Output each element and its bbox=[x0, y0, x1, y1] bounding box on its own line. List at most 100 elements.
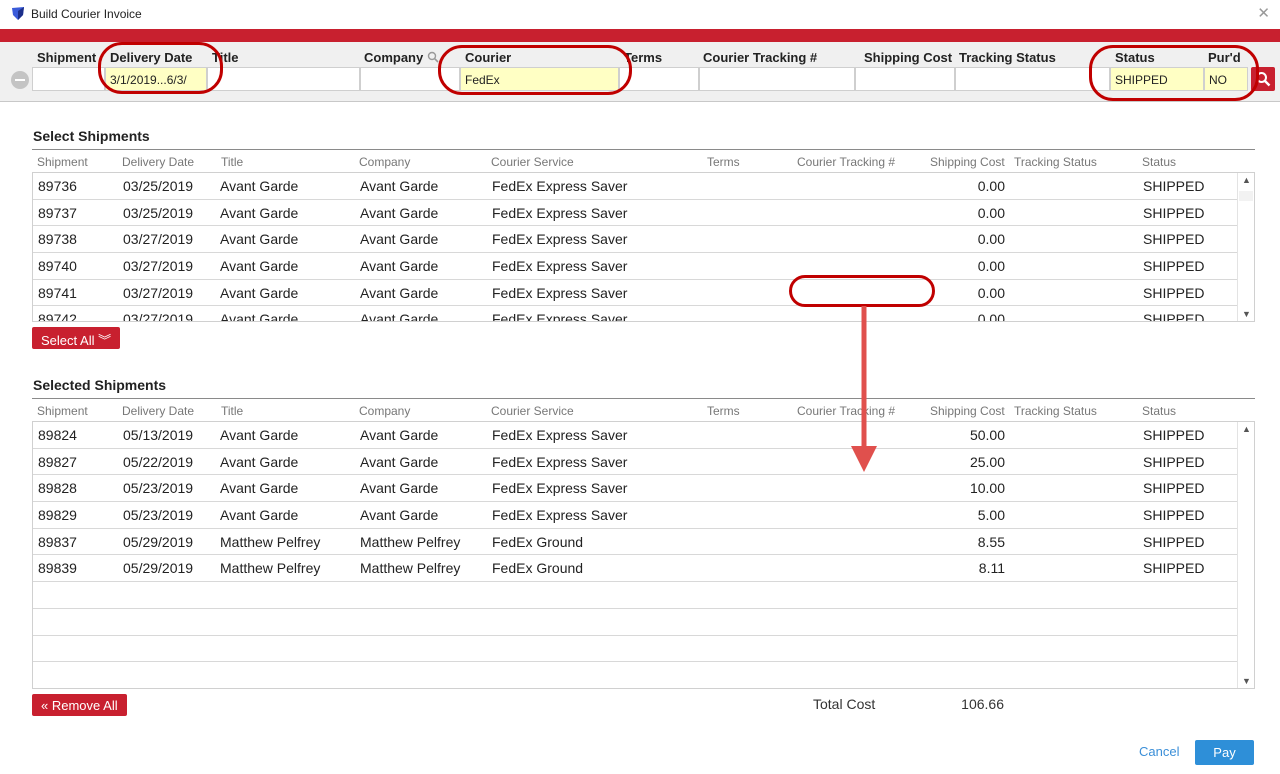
filter-header-purd: Pur'd bbox=[1208, 50, 1241, 65]
cell-shipping-cost: 0.00 bbox=[977, 284, 1005, 301]
cell-courier-service: FedEx Express Saver bbox=[492, 311, 628, 322]
table-row[interactable]: 89827 05/22/2019 Avant Garde Avant Garde… bbox=[33, 449, 1254, 476]
col-tracking[interactable]: Courier Tracking # bbox=[797, 404, 895, 418]
cell-delivery-date: 05/29/2019 bbox=[123, 533, 194, 550]
filter-shipment-input[interactable] bbox=[32, 67, 105, 91]
table-row[interactable]: 89828 05/23/2019 Avant Garde Avant Garde… bbox=[33, 475, 1254, 503]
table-row[interactable]: 89837 05/29/2019 Matthew Pelfrey Matthew… bbox=[33, 529, 1254, 556]
selected-shipments-grid: Shipment Delivery Date Title Company Cou… bbox=[32, 398, 1255, 689]
cell-shipment: 89738 bbox=[38, 231, 77, 248]
cell-title: Matthew Pelfrey bbox=[220, 560, 321, 577]
cancel-button[interactable]: Cancel bbox=[1139, 744, 1179, 759]
col-delivery-date[interactable]: Delivery Date bbox=[122, 404, 194, 418]
col-terms[interactable]: Terms bbox=[707, 155, 740, 169]
filter-tracking-status-input[interactable] bbox=[955, 67, 1110, 91]
table-row[interactable]: 89829 05/23/2019 Avant Garde Avant Garde… bbox=[33, 502, 1254, 529]
select-grid-scrollbar[interactable]: ▲ ▼ bbox=[1237, 173, 1254, 321]
pay-button[interactable]: Pay bbox=[1195, 740, 1254, 765]
table-row[interactable]: 89741 03/27/2019 Avant Garde Avant Garde… bbox=[33, 280, 1254, 307]
filter-shipping-cost-input[interactable] bbox=[855, 67, 955, 91]
company-lookup-icon[interactable] bbox=[427, 51, 439, 63]
cell-shipping-cost: 0.00 bbox=[977, 258, 1005, 275]
col-tracking[interactable]: Courier Tracking # bbox=[797, 155, 895, 169]
filter-tracking-input[interactable] bbox=[699, 67, 855, 91]
col-shipment[interactable]: Shipment bbox=[37, 404, 88, 418]
col-title[interactable]: Title bbox=[221, 155, 243, 169]
filter-delivery-date-input[interactable]: 3/1/2019...6/3/ bbox=[105, 67, 207, 91]
cell-delivery-date: 05/29/2019 bbox=[123, 560, 194, 577]
filter-bar: Shipment Delivery Date Title Company Cou… bbox=[0, 42, 1280, 102]
remove-all-button[interactable]: « Remove All bbox=[32, 694, 127, 716]
empty-row bbox=[33, 609, 1254, 636]
search-button[interactable] bbox=[1251, 67, 1275, 91]
cell-title: Avant Garde bbox=[220, 231, 299, 248]
scroll-thumb[interactable] bbox=[1239, 191, 1253, 201]
cell-status: SHIPPED bbox=[1143, 178, 1205, 194]
select-all-button[interactable]: Select All ︾ bbox=[32, 327, 121, 349]
selected-grid-scrollbar[interactable]: ▲ ▼ bbox=[1237, 422, 1254, 688]
select-shipments-grid: Shipment Delivery Date Title Company Cou… bbox=[32, 149, 1255, 322]
cell-delivery-date: 03/27/2019 bbox=[123, 311, 194, 322]
cell-company: Avant Garde bbox=[360, 427, 439, 443]
filter-courier-input[interactable]: FedEx bbox=[460, 67, 619, 91]
cell-title: Avant Garde bbox=[220, 311, 299, 322]
window-title: Build Courier Invoice bbox=[31, 7, 142, 21]
col-courier-service[interactable]: Courier Service bbox=[491, 404, 574, 418]
cell-company: Avant Garde bbox=[360, 204, 439, 221]
table-row[interactable]: 89740 03/27/2019 Avant Garde Avant Garde… bbox=[33, 253, 1254, 280]
col-shipping-cost[interactable]: Shipping Cost bbox=[930, 404, 1005, 418]
col-status[interactable]: Status bbox=[1142, 404, 1176, 418]
filter-terms-input[interactable] bbox=[619, 67, 699, 91]
col-delivery-date[interactable]: Delivery Date bbox=[122, 155, 194, 169]
table-row[interactable]: 89736 03/25/2019 Avant Garde Avant Garde… bbox=[33, 173, 1254, 200]
cell-title: Avant Garde bbox=[220, 258, 299, 275]
scroll-down-icon[interactable]: ▼ bbox=[1242, 309, 1251, 319]
header-accent-bar bbox=[0, 29, 1280, 42]
table-row[interactable]: 89839 05/29/2019 Matthew Pelfrey Matthew… bbox=[33, 555, 1254, 583]
selected-grid-body: 89824 05/13/2019 Avant Garde Avant Garde… bbox=[32, 422, 1255, 689]
scroll-down-icon[interactable]: ▼ bbox=[1242, 676, 1251, 686]
col-company[interactable]: Company bbox=[359, 404, 410, 418]
grid-header: Shipment Delivery Date Title Company Cou… bbox=[32, 398, 1255, 422]
cell-delivery-date: 05/23/2019 bbox=[123, 507, 194, 524]
cell-shipment: 89829 bbox=[38, 507, 77, 524]
col-status[interactable]: Status bbox=[1142, 155, 1176, 169]
cell-status: SHIPPED bbox=[1143, 284, 1205, 301]
col-title[interactable]: Title bbox=[221, 404, 243, 418]
filter-title-input[interactable] bbox=[207, 67, 360, 91]
table-row[interactable]: 89737 03/25/2019 Avant Garde Avant Garde… bbox=[33, 200, 1254, 227]
cell-shipment: 89837 bbox=[38, 533, 77, 550]
scroll-up-icon[interactable]: ▲ bbox=[1242, 424, 1251, 434]
col-tracking-status[interactable]: Tracking Status bbox=[1014, 404, 1097, 418]
cell-company: Matthew Pelfrey bbox=[360, 533, 461, 550]
filter-header-status: Status bbox=[1115, 50, 1155, 65]
cell-shipping-cost: 0.00 bbox=[977, 311, 1005, 322]
cell-courier-service: FedEx Express Saver bbox=[492, 178, 628, 194]
select-shipments-title: Select Shipments bbox=[33, 128, 150, 144]
remove-filter-button[interactable] bbox=[11, 71, 29, 89]
close-icon[interactable]: ✕ bbox=[1257, 4, 1270, 22]
table-row[interactable]: 89738 03/27/2019 Avant Garde Avant Garde… bbox=[33, 226, 1254, 254]
filter-header-courier: Courier bbox=[465, 50, 512, 65]
filter-header-company: Company bbox=[364, 50, 424, 65]
table-row[interactable]: 89742 03/27/2019 Avant Garde Avant Garde… bbox=[33, 306, 1254, 322]
cell-status: SHIPPED bbox=[1143, 204, 1205, 221]
select-grid-body: 89736 03/25/2019 Avant Garde Avant Garde… bbox=[32, 173, 1255, 322]
cell-delivery-date: 03/27/2019 bbox=[123, 258, 194, 275]
cell-courier-service: FedEx Express Saver bbox=[492, 507, 628, 524]
table-row[interactable]: 89824 05/13/2019 Avant Garde Avant Garde… bbox=[33, 422, 1254, 449]
col-tracking-status[interactable]: Tracking Status bbox=[1014, 155, 1097, 169]
col-courier-service[interactable]: Courier Service bbox=[491, 155, 574, 169]
col-shipping-cost[interactable]: Shipping Cost bbox=[930, 155, 1005, 169]
col-company[interactable]: Company bbox=[359, 155, 410, 169]
filter-purd-input[interactable]: NO bbox=[1204, 67, 1248, 91]
cell-status: SHIPPED bbox=[1143, 427, 1205, 443]
col-terms[interactable]: Terms bbox=[707, 404, 740, 418]
cell-status: SHIPPED bbox=[1143, 480, 1205, 497]
filter-company-input[interactable] bbox=[360, 67, 460, 91]
filter-status-input[interactable]: SHIPPED bbox=[1110, 67, 1204, 91]
cell-shipping-cost: 8.55 bbox=[977, 533, 1005, 550]
cell-title: Avant Garde bbox=[220, 204, 299, 221]
col-shipment[interactable]: Shipment bbox=[37, 155, 88, 169]
scroll-up-icon[interactable]: ▲ bbox=[1242, 175, 1251, 185]
